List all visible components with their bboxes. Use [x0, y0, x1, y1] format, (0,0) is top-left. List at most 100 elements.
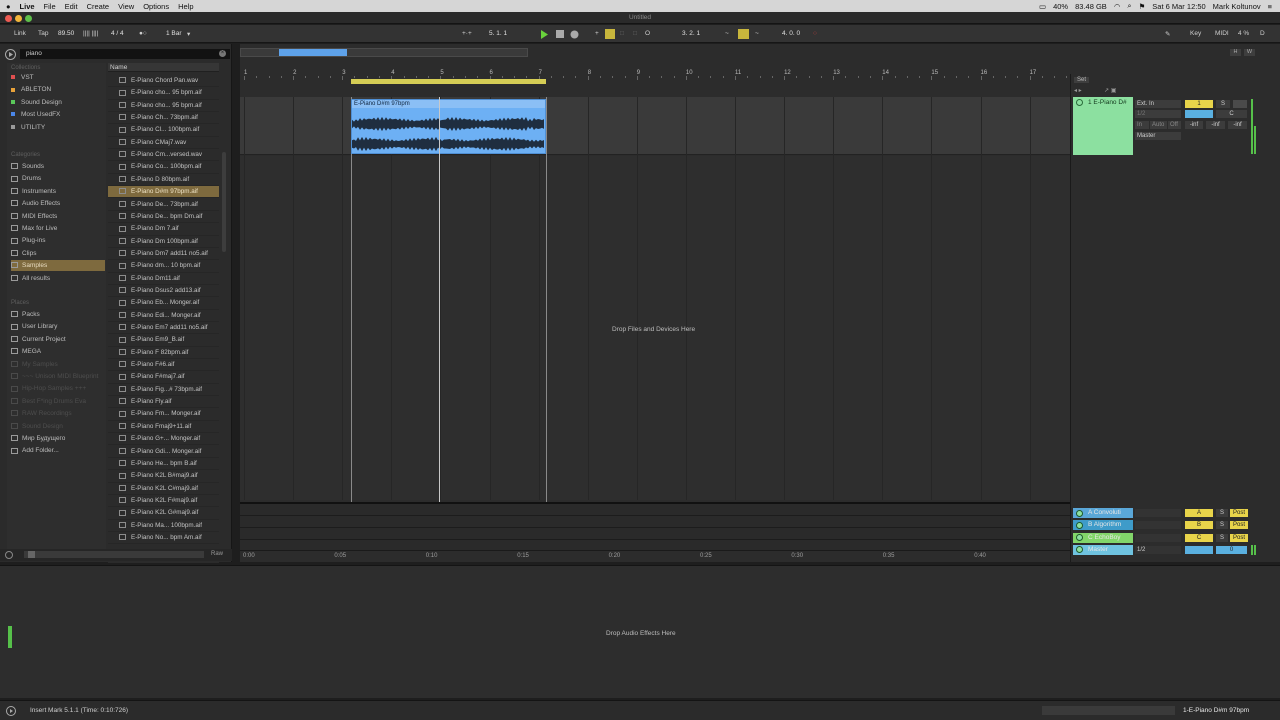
- file-list-item[interactable]: E-Piano Chord Pan.wav: [108, 75, 219, 88]
- wifi-icon[interactable]: ◠: [1114, 2, 1121, 11]
- draw-mode-indicator[interactable]: ○: [813, 30, 817, 37]
- file-list-item[interactable]: E-Piano CMaj7.wav: [108, 137, 219, 150]
- collection-item-ableton[interactable]: ABLETON: [11, 84, 105, 95]
- loop-switch-icon[interactable]: [738, 29, 749, 39]
- bar-number[interactable]: 16: [981, 70, 988, 76]
- return-post-button[interactable]: Post: [1230, 521, 1248, 530]
- clip-overview-scrubber[interactable]: [1042, 706, 1175, 715]
- file-list-item[interactable]: E-Piano No... bpm Am.aif: [108, 532, 219, 545]
- file-list-item[interactable]: E-Piano Cm...versed.wav: [108, 149, 219, 162]
- file-list-item[interactable]: E-Piano D 80bpm.aif: [108, 174, 219, 187]
- file-list-item[interactable]: E-Piano Eb... Monger.aif: [108, 297, 219, 310]
- apple-icon[interactable]: ●: [6, 2, 11, 11]
- file-list-item[interactable]: E-Piano Gdi... Monger.aif: [108, 446, 219, 458]
- monitor-auto-button[interactable]: Auto: [1150, 121, 1167, 129]
- return-post-button[interactable]: Post: [1230, 509, 1248, 517]
- menu-file[interactable]: File: [44, 2, 56, 11]
- place-item[interactable]: Add Folder...: [11, 445, 105, 456]
- overdub-icon[interactable]: +: [595, 30, 599, 37]
- file-list-item[interactable]: E-Piano Em9_B.aif: [108, 334, 219, 347]
- place-item[interactable]: Sound Design: [11, 421, 105, 432]
- file-list-item[interactable]: E-Piano dm... 10 bpm.aif: [108, 260, 219, 273]
- collection-item-sound-design[interactable]: Sound Design: [11, 97, 105, 108]
- beat-time-ruler[interactable]: 1 2 3 4 5 6 7 8 9 10 11 12 13 14 15 16 17: [240, 70, 1070, 80]
- category-item-instruments[interactable]: Instruments: [11, 186, 105, 197]
- file-list-item[interactable]: E-Piano Em7 add11 no5.aif: [108, 322, 219, 335]
- return-solo-button[interactable]: S: [1216, 521, 1228, 530]
- return-volume-slot[interactable]: [1135, 509, 1181, 517]
- clock[interactable]: Sat 6 Mar 12:50: [1152, 2, 1205, 11]
- locator-nav-icon[interactable]: ◂ ▸: [1074, 87, 1082, 94]
- file-list-item[interactable]: E-Piano De... bpm Dm.aif: [108, 211, 219, 224]
- status-selected-clip[interactable]: 1-E-Piano D#m 97bpm: [1183, 707, 1249, 714]
- category-item-samples[interactable]: Samples: [11, 260, 105, 272]
- file-list-item[interactable]: E-Piano Dsus2 add13.aif: [108, 285, 219, 298]
- track-activator-icon[interactable]: [1076, 534, 1083, 542]
- return-activator-button[interactable]: A: [1185, 509, 1213, 517]
- send-a-readout[interactable]: -inf: [1185, 121, 1203, 129]
- solo-button[interactable]: S: [1216, 100, 1230, 108]
- pan-knob[interactable]: C: [1216, 110, 1247, 118]
- nudge-icon[interactable]: |||| ||||: [83, 30, 98, 37]
- bar-number[interactable]: 10: [686, 70, 693, 76]
- automation-arm-icon[interactable]: [605, 29, 615, 39]
- list-icon[interactable]: ≡: [1268, 2, 1272, 11]
- return-activator-button[interactable]: C: [1185, 533, 1213, 542]
- time-label[interactable]: 0:00: [243, 553, 255, 559]
- metronome-icon[interactable]: ●○: [139, 30, 147, 37]
- info-view-toggle-icon[interactable]: [6, 706, 16, 716]
- time-label[interactable]: 0:30: [791, 553, 803, 559]
- place-item[interactable]: ~~~ Unison MIDI Blueprint: [11, 371, 105, 382]
- return-volume-slot[interactable]: 1/2: [1135, 545, 1181, 554]
- time-label[interactable]: 0:35: [883, 553, 895, 559]
- file-list-item[interactable]: E-Piano K2L G#maj9.aif: [108, 507, 219, 520]
- input-channel-menu[interactable]: 1/2: [1135, 110, 1181, 118]
- category-item-all-results[interactable]: All results: [11, 273, 105, 284]
- search-icon[interactable]: ⌕: [1127, 1, 1131, 11]
- tempo-field[interactable]: 89.50: [58, 29, 74, 39]
- file-list-item[interactable]: E-Piano De... 73bpm.aif: [108, 199, 219, 211]
- preview-play-icon[interactable]: [28, 551, 35, 558]
- punch-out-icon[interactable]: ~: [755, 30, 759, 37]
- file-list-item[interactable]: E-Piano K2L F#maj9.aif: [108, 495, 219, 508]
- tap-button[interactable]: Tap: [38, 30, 48, 37]
- loop-length-field[interactable]: 4. 0. 0: [782, 29, 800, 39]
- track-header[interactable]: 1 E-Piano D#: [1073, 97, 1133, 155]
- place-item[interactable]: MEGA: [11, 346, 105, 357]
- place-item[interactable]: RAW Recordings: [11, 408, 105, 419]
- place-item[interactable]: Мир Будущего: [11, 433, 105, 444]
- category-item-plug-ins[interactable]: Plug-ins: [11, 235, 105, 246]
- clip-name[interactable]: E-Piano D#m 97bpm: [352, 100, 545, 108]
- view-w-icon[interactable]: W: [1244, 49, 1255, 56]
- fold-icon[interactable]: ↗ ▣: [1104, 87, 1116, 94]
- clear-search-icon[interactable]: ×: [219, 50, 226, 57]
- category-item-audio-effects[interactable]: Audio Effects: [11, 198, 105, 209]
- return-volume-slot[interactable]: [1135, 521, 1181, 530]
- file-list-item[interactable]: E-Piano Dm 7.aif: [108, 223, 219, 236]
- battery-icon[interactable]: ▭: [1039, 2, 1046, 11]
- flag-icon[interactable]: ⚑: [1139, 2, 1146, 11]
- time-label[interactable]: 0:20: [609, 553, 621, 559]
- bar-number[interactable]: 13: [833, 70, 840, 76]
- file-list-item[interactable]: E-Piano cho... 95 bpm.aif: [108, 100, 219, 113]
- time-label[interactable]: 0:05: [334, 553, 346, 559]
- browser-toggle-icon[interactable]: [5, 49, 16, 60]
- punch-in-icon[interactable]: ~: [725, 30, 729, 37]
- time-label[interactable]: 0:25: [700, 553, 712, 559]
- overview-visible-range[interactable]: [279, 49, 347, 56]
- return-track-master[interactable]: Master: [1073, 544, 1133, 555]
- midi-map-button[interactable]: MIDI: [1215, 30, 1229, 37]
- session-record-icon[interactable]: O: [645, 30, 650, 37]
- return-track-c[interactable]: C EchoBoy: [1073, 532, 1133, 543]
- preview-waveform[interactable]: [24, 551, 204, 558]
- track-activator-icon[interactable]: [1076, 521, 1083, 529]
- file-list-item[interactable]: E-Piano He... bpm B.aif: [108, 458, 219, 471]
- arm-button[interactable]: [1233, 100, 1247, 108]
- bar-number[interactable]: 15: [931, 70, 938, 76]
- file-list-item[interactable]: E-Piano Dm11.aif: [108, 273, 219, 285]
- track-volume-slider[interactable]: [1185, 110, 1213, 118]
- file-list-item[interactable]: E-Piano K2L B#maj9.aif: [108, 470, 219, 483]
- place-item[interactable]: My Samples: [11, 359, 105, 370]
- input-type-menu[interactable]: Ext. In: [1135, 100, 1181, 108]
- quantize-menu[interactable]: 1 Bar: [166, 29, 182, 39]
